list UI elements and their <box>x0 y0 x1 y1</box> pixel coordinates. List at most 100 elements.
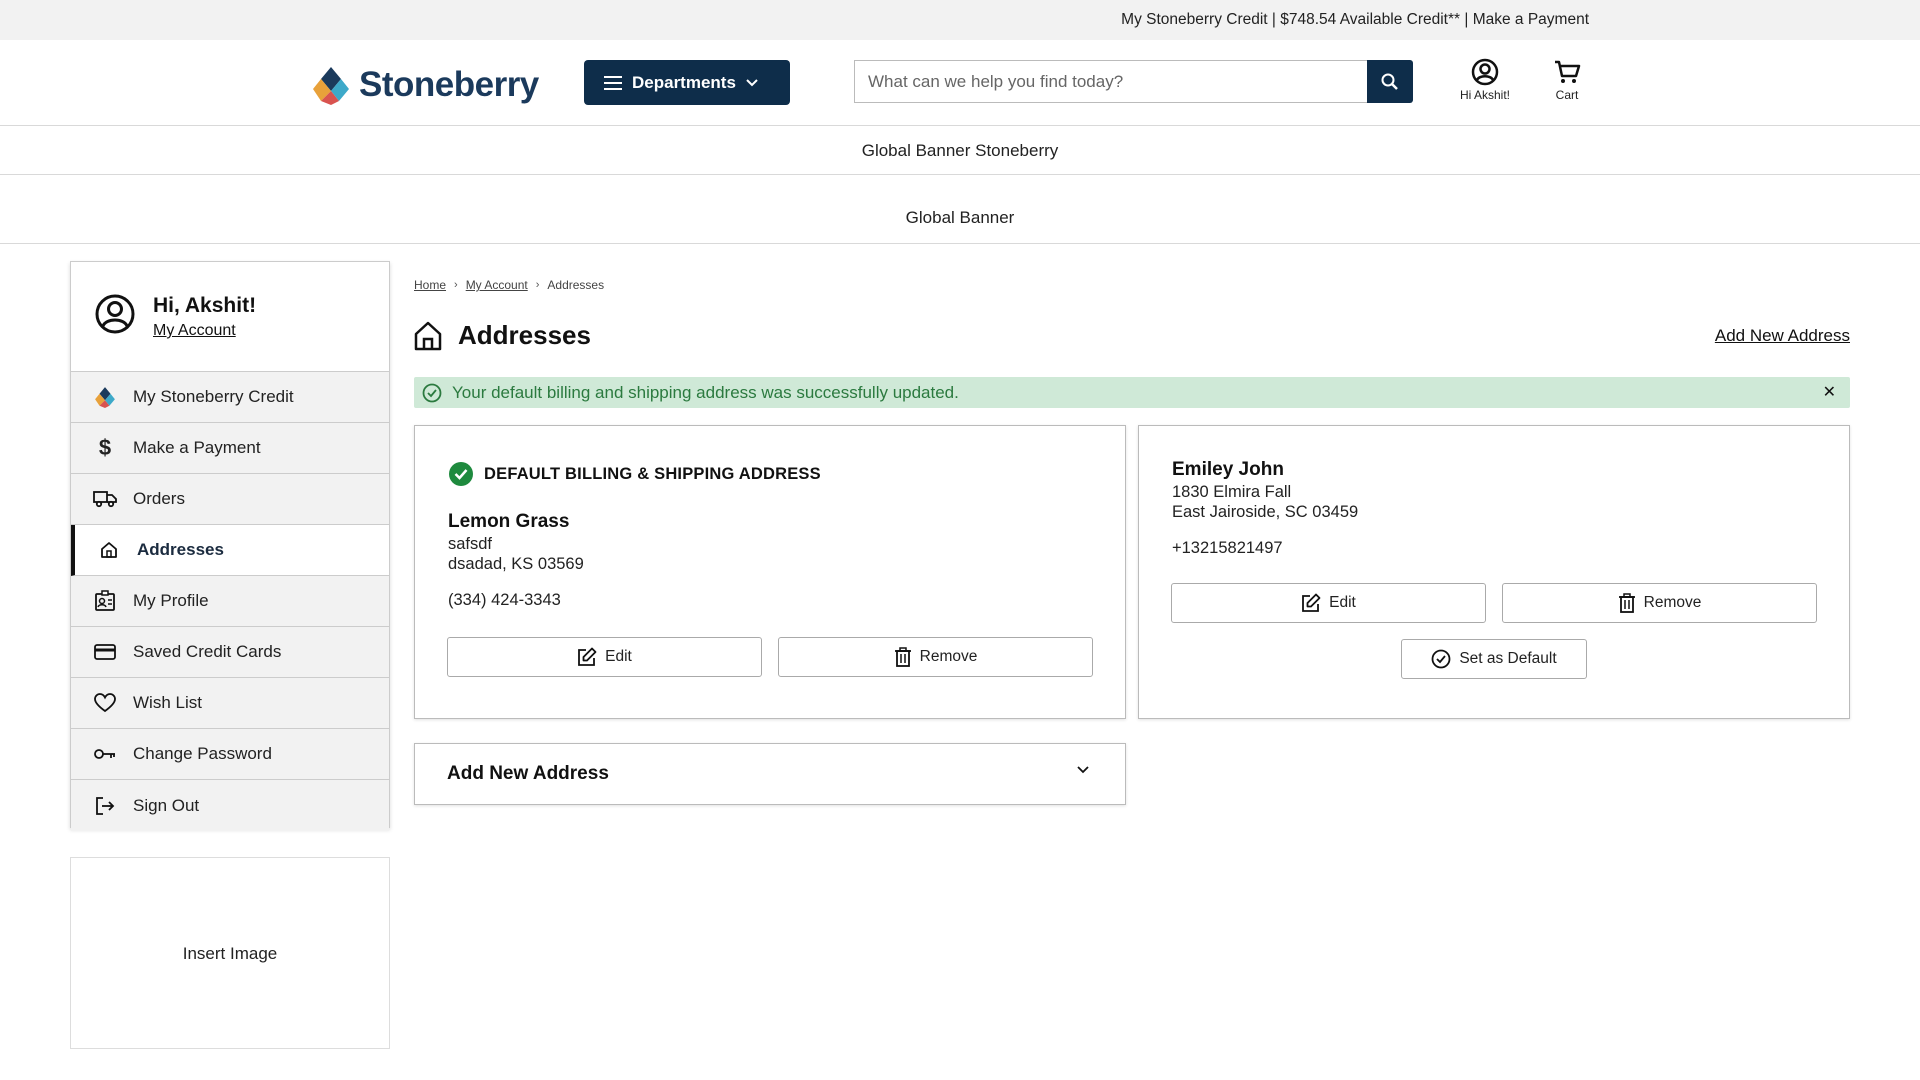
sidebar-item-label: Saved Credit Cards <box>133 642 282 661</box>
chevron-right-icon: › <box>454 279 458 291</box>
success-alert: Your default billing and shipping addres… <box>414 377 1850 408</box>
stoneberry-logo[interactable]: Stoneberry <box>311 62 539 108</box>
address-name: Lemon Grass <box>448 511 570 532</box>
departments-label: Departments <box>632 72 736 92</box>
remove-label: Remove <box>1643 594 1702 611</box>
remove-label: Remove <box>919 648 978 665</box>
trash-icon <box>1618 593 1635 613</box>
account-menu[interactable]: Hi Akshit! <box>1460 58 1510 102</box>
chevron-right-icon: › <box>535 279 540 291</box>
home-icon <box>97 540 121 560</box>
address-line2: dsadad, KS 03569 <box>448 555 584 573</box>
sidebar-item-label: Addresses <box>137 540 224 559</box>
check-circle-icon <box>1431 649 1451 669</box>
banner-primary-text: Global Banner Stoneberry <box>861 141 1059 160</box>
site-header: Stoneberry Departments Hi Akshit! Cart <box>0 40 1920 126</box>
address-line1: 1830 Elmira Fall <box>1172 483 1292 501</box>
chevron-down-icon <box>746 78 758 86</box>
add-new-address-accordion[interactable]: Add New Address <box>414 743 1126 805</box>
address-details: Emiley John 1830 Elmira Fall East Jairos… <box>1172 460 1358 558</box>
alert-message: Your default billing and shipping addres… <box>452 382 959 402</box>
edit-icon <box>578 647 597 666</box>
global-banner-secondary[interactable]: Global Banner <box>0 176 1920 244</box>
home-icon <box>414 321 442 350</box>
stoneberry-logo-icon <box>313 67 349 105</box>
remove-address-button[interactable]: Remove <box>1502 583 1817 623</box>
add-new-address-link[interactable]: Add New Address <box>1715 326 1850 346</box>
sidebar-item-make-payment[interactable]: $ Make a Payment <box>71 423 389 474</box>
user-circle-icon <box>1471 58 1499 86</box>
search-input[interactable] <box>854 60 1368 103</box>
breadcrumb-current: Addresses <box>547 278 605 292</box>
sidebar-item-label: Change Password <box>133 744 272 763</box>
edit-address-button[interactable]: Edit <box>447 637 762 677</box>
sign-out-icon <box>93 796 117 816</box>
credit-summary-text[interactable]: My Stoneberry Credit | $748.54 Available… <box>1121 11 1589 29</box>
logo-wordmark: Stoneberry <box>359 65 539 104</box>
remove-address-button[interactable]: Remove <box>778 637 1093 677</box>
chevron-down-icon <box>1077 766 1089 774</box>
sidebar-item-my-profile[interactable]: My Profile <box>71 576 389 627</box>
accordion-label: Add New Address <box>447 763 609 784</box>
account-sidebar: Hi, Akshit! My Account My Stoneberry Cre… <box>70 261 390 831</box>
profile-card-icon <box>93 590 117 612</box>
check-circle-filled-icon <box>449 462 473 486</box>
insert-image-text: Insert Image <box>182 944 278 963</box>
set-default-label: Set as Default <box>1459 650 1557 667</box>
sidebar-item-addresses[interactable]: Addresses <box>71 525 389 576</box>
cart-icon <box>1555 60 1581 83</box>
set-default-button[interactable]: Set as Default <box>1401 639 1587 679</box>
breadcrumb-home[interactable]: Home <box>414 278 446 292</box>
address-card: Emiley John 1830 Elmira Fall East Jairos… <box>1138 425 1850 719</box>
default-address-text: DEFAULT BILLING & SHIPPING ADDRESS <box>484 464 821 483</box>
trash-icon <box>894 647 911 667</box>
top-credit-strip: My Stoneberry Credit | $748.54 Available… <box>0 0 1920 40</box>
cart-link[interactable]: Cart <box>1553 58 1581 102</box>
sidebar-item-saved-cards[interactable]: Saved Credit Cards <box>71 627 389 678</box>
search-icon <box>1381 73 1398 90</box>
breadcrumb: Home › My Account › Addresses <box>414 278 604 292</box>
truck-icon <box>93 490 117 508</box>
address-phone: +13215821497 <box>1172 539 1283 557</box>
sidebar-item-label: Wish List <box>133 693 202 712</box>
address-details: Lemon Grass safsdf dsadad, KS 03569 (334… <box>448 512 584 610</box>
account-label: Hi Akshit! <box>1460 88 1511 102</box>
sidebar-item-change-password[interactable]: Change Password <box>71 729 389 780</box>
departments-button[interactable]: Departments <box>584 60 790 105</box>
sidebar-item-label: Make a Payment <box>133 438 261 457</box>
sidebar-item-sign-out[interactable]: Sign Out <box>71 780 389 831</box>
hamburger-icon <box>604 75 622 90</box>
key-icon <box>93 747 117 761</box>
insert-image-placeholder: Insert Image <box>70 857 390 1049</box>
search-button[interactable] <box>1367 60 1413 103</box>
banner-secondary-text: Global Banner <box>905 208 1015 227</box>
sidebar-item-label: My Profile <box>133 591 209 610</box>
my-account-link[interactable]: My Account <box>153 322 236 340</box>
page-title-text: Addresses <box>458 320 591 350</box>
sidebar-item-stoneberry-credit[interactable]: My Stoneberry Credit <box>71 372 389 423</box>
stoneberry-logo-icon <box>93 386 117 408</box>
sidebar-item-label: Sign Out <box>133 795 200 815</box>
dollar-icon: $ <box>98 435 112 460</box>
address-line1: safsdf <box>448 535 493 553</box>
default-address-label: DEFAULT BILLING & SHIPPING ADDRESS <box>448 461 821 487</box>
sidebar-item-wish-list[interactable]: Wish List <box>71 678 389 729</box>
address-name: Emiley John <box>1172 459 1284 480</box>
credit-card-icon <box>93 644 117 660</box>
sidebar-item-orders[interactable]: Orders <box>71 474 389 525</box>
breadcrumb-my-account[interactable]: My Account <box>466 278 528 292</box>
address-card-default: DEFAULT BILLING & SHIPPING ADDRESS Lemon… <box>414 425 1126 719</box>
close-icon[interactable]: ✕ <box>1823 382 1836 402</box>
address-line2: East Jairoside, SC 03459 <box>1172 503 1359 521</box>
edit-label: Edit <box>605 648 632 665</box>
heart-icon <box>93 693 117 713</box>
page-title: Addresses <box>414 320 591 351</box>
sidebar-item-label: My Stoneberry Credit <box>133 387 294 406</box>
edit-label: Edit <box>1329 594 1356 611</box>
cart-label: Cart <box>1555 88 1579 102</box>
global-banner-primary[interactable]: Global Banner Stoneberry <box>0 127 1920 175</box>
edit-icon <box>1302 593 1321 612</box>
edit-address-button[interactable]: Edit <box>1171 583 1486 623</box>
check-circle-icon <box>422 383 442 402</box>
sidebar-header: Hi, Akshit! My Account <box>71 262 389 372</box>
